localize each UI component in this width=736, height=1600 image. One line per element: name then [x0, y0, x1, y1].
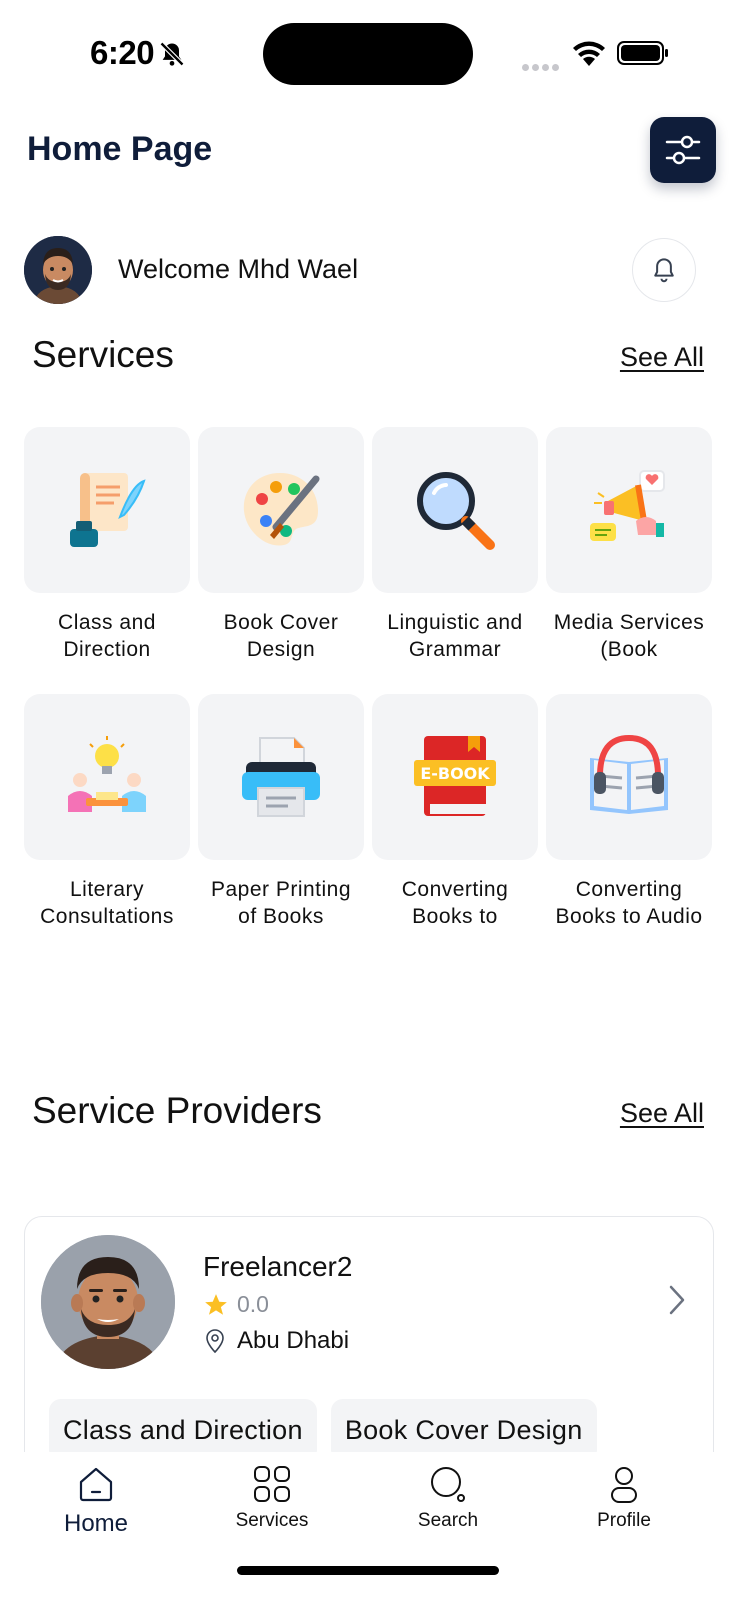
service-card[interactable]: Paper Printing of Books: [198, 694, 364, 961]
service-tile[interactable]: [372, 427, 538, 593]
battery-icon: [617, 41, 668, 65]
status-bar: 6:20: [0, 0, 736, 100]
audiobook-icon: [590, 734, 668, 814]
bell-icon: [654, 258, 674, 283]
location-text: Abu Dhabi: [237, 1327, 350, 1354]
service-tile[interactable]: [546, 427, 712, 593]
status-time: 6:20: [90, 34, 155, 71]
service-card[interactable]: Media Services (Book: [546, 427, 712, 694]
search-icon: [431, 1467, 465, 1502]
filter-button[interactable]: [650, 117, 716, 183]
services-section-title: Services: [32, 334, 174, 375]
service-label: Media Services (Book: [553, 611, 705, 661]
service-label: Literary Consultations: [40, 878, 174, 928]
star-icon: [205, 1293, 227, 1315]
nav-profile-label: Profile: [597, 1510, 651, 1531]
service-tile[interactable]: [198, 427, 364, 593]
svg-text:E-BOOK: E-BOOK: [420, 764, 490, 783]
provider-avatar: [41, 1235, 175, 1369]
service-label: Converting Books to: [401, 878, 509, 928]
welcome-text: Welcome Mhd Wael: [118, 254, 359, 284]
service-tile[interactable]: [546, 694, 712, 860]
page-title: Home Page: [27, 130, 213, 168]
bell-off-icon: [159, 41, 185, 67]
service-tile[interactable]: E-BOOK: [372, 694, 538, 860]
chevron-right-icon[interactable]: [665, 1283, 689, 1317]
service-tile[interactable]: [198, 694, 364, 860]
user-icon: [611, 1467, 637, 1503]
provider-rating: 0.0: [203, 1291, 269, 1318]
service-card[interactable]: E-BOOK Converting Books to: [372, 694, 538, 961]
nav-home-label: Home: [63, 1510, 129, 1537]
magnifier-icon: [417, 472, 495, 550]
printer-icon: [242, 737, 320, 817]
services-grid: Class and Direction Book Cover Design Li…: [24, 427, 714, 961]
service-label: Book Cover Design: [223, 611, 339, 661]
service-label: Linguistic and Grammar: [387, 611, 523, 661]
dynamic-island: [263, 23, 473, 85]
user-avatar[interactable]: [24, 236, 92, 304]
ebook-icon: E-BOOK: [414, 736, 496, 816]
notifications-button[interactable]: [632, 238, 696, 302]
nav-search[interactable]: Search: [378, 1464, 518, 1532]
consultation-icon: [68, 736, 146, 812]
service-tile[interactable]: [24, 694, 190, 860]
nav-search-label: Search: [417, 1510, 479, 1531]
services-see-all-link[interactable]: See All: [620, 342, 704, 373]
provider-name: Freelancer2: [203, 1251, 353, 1282]
service-card[interactable]: Book Cover Design: [198, 427, 364, 694]
nav-home[interactable]: Home: [26, 1464, 166, 1538]
palette-icon: [243, 473, 320, 546]
service-tile[interactable]: [24, 427, 190, 593]
provider-location: Abu Dhabi: [203, 1327, 349, 1355]
service-card[interactable]: Literary Consultations: [24, 694, 190, 961]
home-indicator: [237, 1566, 499, 1575]
home-icon: [79, 1467, 113, 1502]
service-label: Paper Printing of Books: [210, 878, 352, 928]
service-label: Converting Books to Audio: [555, 878, 703, 928]
providers-see-all-link[interactable]: See All: [620, 1098, 704, 1129]
nav-services-label: Services: [235, 1510, 309, 1531]
wifi-icon: [573, 41, 605, 66]
bottom-nav: Home Services Search Profile: [0, 1452, 736, 1600]
rating-value: 0.0: [237, 1291, 269, 1317]
sliders-icon: [665, 135, 701, 165]
service-card[interactable]: Class and Direction: [24, 427, 190, 694]
service-card[interactable]: Linguistic and Grammar: [372, 427, 538, 694]
grid-icon: [254, 1466, 290, 1502]
megaphone-icon: [590, 470, 665, 541]
cellular-signal-icon: [522, 58, 562, 76]
manuscript-icon: [70, 473, 146, 547]
service-label: Class and Direction: [58, 611, 156, 661]
providers-section-title: Service Providers: [32, 1090, 322, 1131]
location-pin-icon: [206, 1329, 224, 1354]
service-card[interactable]: Converting Books to Audio: [546, 694, 712, 961]
nav-services[interactable]: Services: [202, 1464, 342, 1532]
nav-profile[interactable]: Profile: [554, 1464, 694, 1532]
